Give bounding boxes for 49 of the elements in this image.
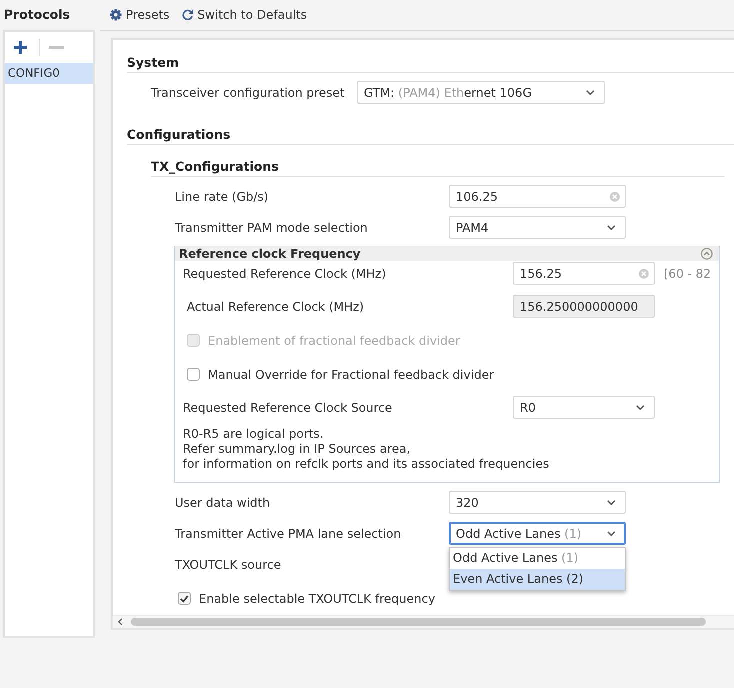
checkbox[interactable] — [187, 368, 200, 381]
gear-icon — [110, 9, 122, 21]
collapse-icon[interactable] — [701, 248, 713, 260]
checkmark-icon — [180, 594, 189, 602]
field-label: Transmitter Active PMA lane selection — [175, 526, 402, 540]
section-title: Configurations — [127, 128, 734, 145]
field-label: Line rate (Gb/s) — [175, 190, 270, 204]
checkbox-label: Enablement of fractional feedback divider — [208, 334, 460, 348]
horizontal-scrollbar[interactable] — [113, 615, 734, 628]
scroll-left-icon[interactable] — [118, 618, 123, 626]
dropdown[interactable]: GTM: (PAM4) Ethernet 106G — [357, 81, 605, 104]
chevron-down-icon — [607, 500, 616, 506]
clear-icon[interactable] — [610, 192, 620, 202]
chevron-down-icon — [636, 404, 645, 410]
field-label: TXOUTCLK source — [175, 558, 282, 572]
checkbox[interactable] — [178, 592, 191, 605]
field-label: User data width — [175, 496, 272, 510]
list-item[interactable]: CONFIG0 — [5, 63, 93, 84]
clear-icon[interactable] — [639, 268, 649, 278]
chevron-down-icon — [607, 530, 616, 536]
text-field[interactable]: 106.25 — [449, 185, 626, 208]
field-label: Transceiver configuration preset — [151, 86, 346, 100]
chevron-down-icon — [586, 90, 595, 96]
refresh-icon — [182, 9, 194, 21]
field-label: Requested Reference Clock Source — [183, 400, 394, 414]
dropdown[interactable]: PAM4 — [449, 216, 626, 239]
note-text: R0-R5 are logical ports. Refer summary.log in IP Sources area, for information on refclk ports and its associated frequencies — [183, 427, 550, 472]
presets-button[interactable]: Presets — [110, 8, 170, 22]
panel-title: Protocols — [3, 6, 72, 24]
dropdown[interactable]: 320 — [449, 491, 626, 514]
group-title: Reference clock Frequency — [179, 246, 361, 260]
read-only-field: 156.250000000000 — [513, 295, 655, 318]
scrollbar-thumb[interactable] — [131, 618, 706, 626]
dropdown[interactable]: Odd Active Lanes (1) — [449, 522, 626, 545]
dropdown-option[interactable]: Even Active Lanes (2) — [450, 569, 625, 590]
dropdown-option[interactable]: Odd Active Lanes (1) — [450, 548, 625, 569]
section-title: System — [127, 56, 734, 73]
plus-icon[interactable] — [14, 41, 27, 54]
checkbox-label: Enable selectable TXOUTCLK frequency — [199, 592, 436, 606]
dropdown[interactable]: R0 — [513, 396, 655, 419]
field-label: Requested Reference Clock (MHz) — [183, 266, 388, 280]
field-label: Actual Reference Clock (MHz) — [186, 300, 366, 314]
text-field[interactable]: 156.25 — [513, 262, 655, 285]
field-label: Transmitter PAM mode selection — [175, 220, 369, 234]
defaults-button[interactable]: Switch to Defaults — [182, 8, 308, 22]
checkbox-label: Manual Override for Fractional feedback divider — [208, 368, 494, 382]
subsection-title: TX_Configurations — [151, 160, 725, 177]
range-hint: [60 - 82 — [664, 266, 712, 280]
chevron-down-icon — [607, 224, 616, 230]
